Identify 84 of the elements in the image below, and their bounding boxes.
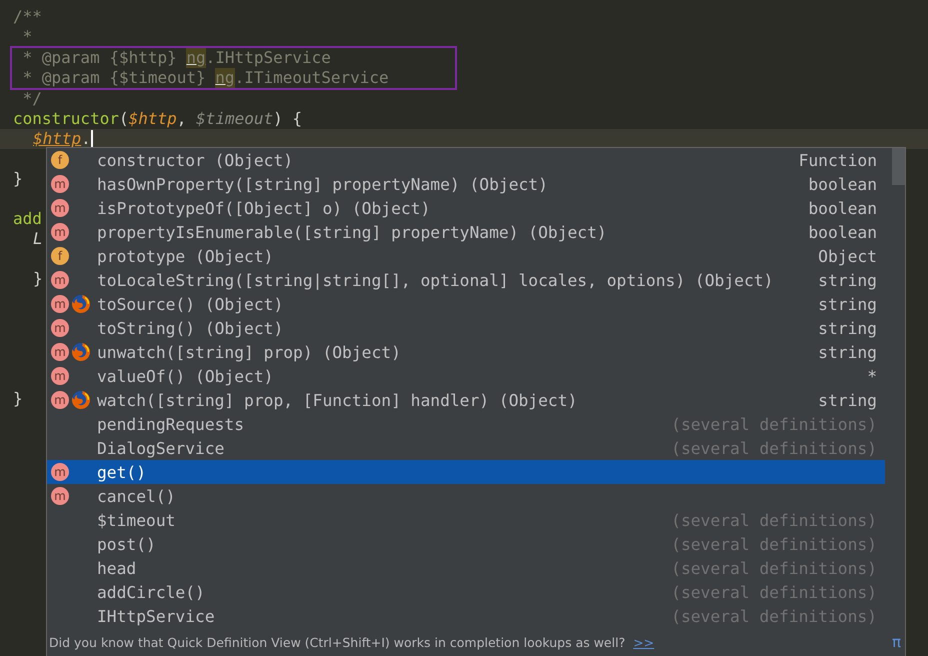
tip-text: Did you know that Quick Definition View (Ctrl+Shift+I) works in completion lookups as well?	[49, 634, 626, 650]
item-name: isPrototypeOf([Object] o) (Object)	[97, 198, 432, 218]
completion-item[interactable]: m toSource() (Object) string	[47, 292, 885, 316]
item-name: cancel()	[97, 486, 176, 506]
item-type: boolean	[808, 222, 878, 242]
item-name: prototype (Object)	[97, 246, 274, 266]
item-type: Function	[798, 150, 878, 170]
item-type: string	[818, 294, 878, 314]
code-token: add	[13, 209, 42, 229]
completion-item[interactable]: m isPrototypeOf([Object] o) (Object) boolean	[47, 196, 885, 220]
item-name: post()	[97, 534, 157, 554]
code-token: ) {	[273, 109, 302, 129]
completion-item[interactable]: m toLocaleString([string|string[], optional] locales, options) (Object) string	[47, 268, 885, 292]
code-token: L	[33, 229, 43, 249]
code-token: */	[22, 89, 42, 109]
code-token: ng	[215, 68, 235, 88]
code-token: ng	[186, 48, 206, 68]
item-type: Object	[818, 246, 878, 266]
item-type: string	[818, 318, 878, 338]
item-name: propertyIsEnumerable([string] propertyName) (Object)	[97, 222, 608, 242]
completion-item[interactable]: f constructor (Object) Function	[47, 148, 885, 172]
item-name: hasOwnProperty([string] propertyName) (Object)	[97, 174, 549, 194]
method-icon: m	[51, 223, 69, 241]
scrollbar-thumb[interactable]	[892, 148, 905, 185]
code-token: .IHttpService	[206, 48, 331, 68]
item-type: string	[818, 270, 878, 290]
method-icon: m	[51, 367, 69, 385]
code-token: * @param {$http}	[22, 48, 178, 68]
method-icon: m	[51, 343, 69, 361]
code-token: *	[22, 27, 32, 47]
code-token: (	[118, 109, 129, 129]
code-token: $http	[33, 129, 82, 149]
text-cursor	[90, 130, 93, 148]
completion-item[interactable]: m toString() (Object) string	[47, 316, 885, 340]
code-token: /**	[13, 7, 42, 27]
item-name: DialogService	[97, 438, 226, 458]
field-icon: f	[51, 151, 69, 169]
code-token: ,	[176, 109, 188, 129]
pi-icon[interactable]: π	[892, 633, 901, 651]
method-icon: m	[51, 319, 69, 337]
item-name: unwatch([string] prop) (Object)	[97, 342, 402, 362]
item-name: toSource() (Object)	[97, 294, 284, 314]
method-icon: m	[51, 175, 69, 193]
method-icon: m	[51, 271, 69, 289]
item-name: pendingRequests	[97, 414, 246, 434]
method-icon: m	[51, 487, 69, 505]
code-token: .ITimeoutService	[234, 68, 389, 88]
item-type: string	[818, 342, 878, 362]
item-name: $timeout	[97, 510, 176, 530]
item-name: watch([string] prop, [Function] handler) (Object)	[97, 390, 578, 410]
item-name: get()	[97, 462, 148, 482]
code-token: }	[13, 389, 23, 409]
completion-item[interactable]: m valueOf() (Object) *	[47, 364, 885, 388]
item-name: IHttpService	[97, 606, 216, 626]
method-icon: m	[51, 463, 69, 481]
completion-item[interactable]: m hasOwnProperty([string] propertyName) (Object) boolean	[47, 172, 885, 196]
method-icon: m	[51, 295, 69, 313]
item-name: addCircle()	[97, 582, 206, 602]
item-name: head	[97, 558, 138, 578]
field-icon: f	[51, 247, 69, 265]
item-type: boolean	[808, 198, 878, 218]
item-name: constructor (Object)	[97, 150, 294, 170]
code-token: $http	[128, 109, 177, 129]
item-type: boolean	[808, 174, 878, 194]
completion-item[interactable]: m get()	[47, 460, 885, 484]
code-token: .	[81, 129, 91, 149]
completion-item[interactable]: m unwatch([string] prop) (Object) string	[47, 340, 885, 364]
completion-item[interactable]: f prototype (Object) Object	[47, 244, 885, 268]
item-name: toLocaleString([string|string[], optional] locales, options) (Object)	[97, 270, 774, 290]
method-icon: m	[51, 199, 69, 217]
completion-item[interactable]: m propertyIsEnumerable([string] propertyName) (Object) boolean	[47, 220, 885, 244]
code-token: constructor	[13, 109, 119, 129]
code-token: }	[13, 169, 23, 189]
code-token: $timeout	[196, 109, 274, 129]
completion-item[interactable]: m watch([string] prop, [Function] handler) (Object) string	[47, 388, 885, 412]
item-name: toString() (Object)	[97, 318, 284, 338]
item-type: string	[818, 390, 878, 410]
completion-item[interactable]: m cancel()	[47, 484, 885, 508]
item-name: valueOf() (Object)	[97, 366, 274, 386]
method-icon: m	[51, 391, 69, 409]
code-token: * @param {$timeout}	[22, 68, 207, 88]
item-type: *	[867, 366, 878, 386]
code-token: }	[33, 269, 43, 289]
more-link[interactable]: >>	[633, 634, 654, 650]
